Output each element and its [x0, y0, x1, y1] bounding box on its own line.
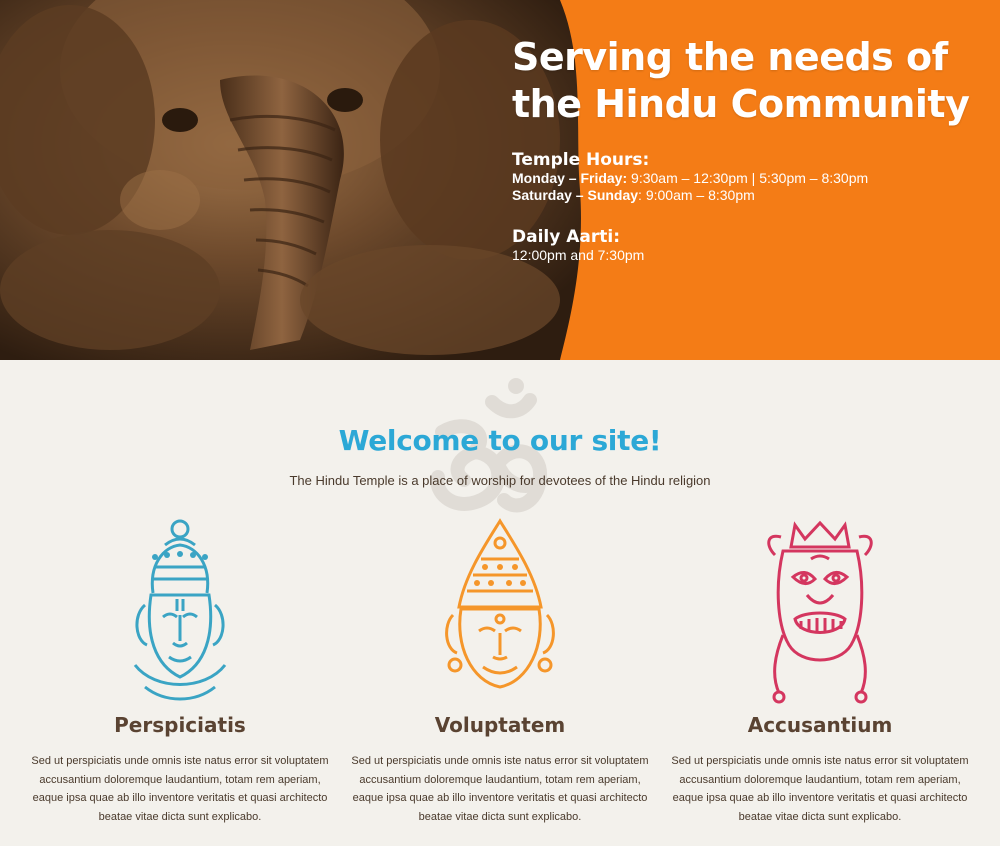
feature-title: Voluptatem — [434, 713, 566, 737]
weekend-hours: Saturday – Sunday: 9:00am – 8:30pm — [512, 187, 982, 204]
welcome-subtitle: The Hindu Temple is a place of worship f… — [289, 473, 711, 488]
daily-aarti-title: Daily Aarti: — [512, 227, 621, 247]
crowned-face-icon — [445, 518, 555, 689]
hero-heading-line-1: Serving the needs of — [512, 35, 948, 79]
weekday-label: Monday – Friday: — [512, 170, 628, 186]
daily-aarti-times: 12:00pm and 7:30pm — [512, 247, 645, 263]
hero-heading-line-2: the Hindu Community — [512, 82, 970, 126]
feature-text: Sed ut perspiciatis unde omnis iste natu… — [31, 755, 329, 823]
feature-title: Perspiciatis — [114, 713, 246, 737]
deity-face-icon — [133, 519, 227, 701]
temple-hours-title: Temple Hours: — [512, 150, 650, 170]
weekday-hours: Monday – Friday: 9:30am – 12:30pm | 5:30… — [512, 170, 982, 187]
feature-text: Sed ut perspiciatis unde omnis iste natu… — [671, 755, 969, 823]
welcome-title: Welcome to our site! — [338, 424, 662, 457]
hero-text-block: Serving the needs of the Hindu Community… — [512, 34, 982, 264]
feature-card: Perspiciatis Sed ut perspiciatis unde om… — [20, 515, 340, 826]
hero-banner: Serving the needs of the Hindu Community… — [0, 0, 1000, 360]
feature-card: Voluptatem Sed ut perspiciatis unde omni… — [340, 515, 660, 826]
demon-mask-icon — [767, 520, 873, 704]
feature-card: Accusantium Sed ut perspiciatis unde omn… — [660, 515, 980, 826]
weekend-times: : 9:00am – 8:30pm — [638, 187, 755, 203]
weekday-times: 9:30am – 12:30pm | 5:30pm – 8:30pm — [627, 170, 869, 186]
weekend-label: Saturday – Sunday — [512, 187, 639, 203]
feature-title: Accusantium — [747, 713, 893, 737]
feature-text: Sed ut perspiciatis unde omnis iste natu… — [351, 755, 649, 823]
hero-heading: Serving the needs of the Hindu Community — [512, 34, 982, 128]
